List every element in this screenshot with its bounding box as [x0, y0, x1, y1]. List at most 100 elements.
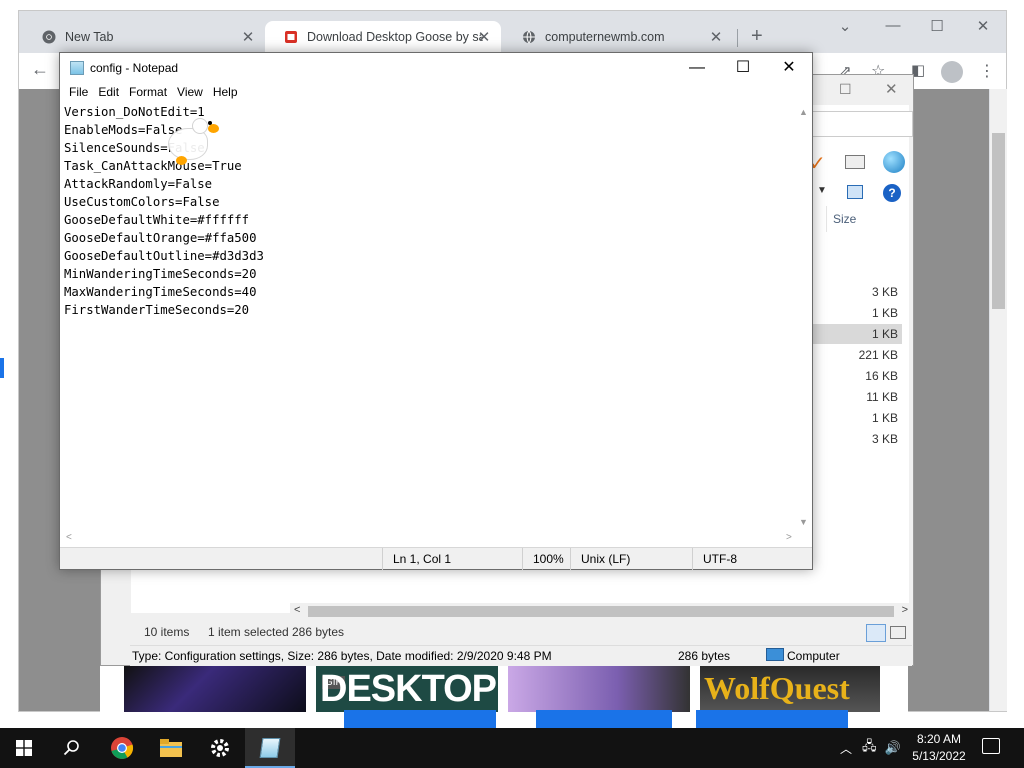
properties-icon[interactable]: [845, 155, 865, 169]
selection-size: 286 bytes: [292, 625, 345, 639]
blue-banner: [344, 710, 496, 728]
menu-format[interactable]: Format: [124, 83, 172, 103]
settings-gear-icon[interactable]: [196, 728, 244, 768]
tab-new-tab[interactable]: New Tab ✕: [23, 21, 265, 53]
notepad-window: config - Notepad — ☐ ✕ File Edit Format …: [59, 52, 813, 570]
new-tab-button[interactable]: +: [751, 25, 763, 48]
explorer-details-bar: Type: Configuration settings, Size: 286 …: [130, 645, 912, 666]
notepad-title-bar[interactable]: config - Notepad — ☐ ✕: [60, 53, 812, 83]
chrome-taskbar-icon[interactable]: [98, 728, 146, 768]
clock-date: 5/13/2022: [912, 749, 966, 763]
text-line: UseCustomColors=False: [64, 195, 220, 209]
menu-view[interactable]: View: [172, 83, 208, 103]
tab-title: computernewmb.com: [545, 30, 665, 44]
window-title: config - Notepad: [90, 61, 179, 75]
file-size-cell: 1 KB: [871, 306, 898, 320]
explorer-status-bar: 10 items 1 item selected 286 bytes: [130, 622, 912, 644]
taskbar-clock[interactable]: 8:20 AM 5/13/2022: [908, 731, 970, 765]
menu-edit[interactable]: Edit: [93, 83, 124, 103]
text-line: FirstWanderTimeSeconds=20: [64, 303, 250, 317]
text-line: Version_DoNotEdit=1: [64, 105, 205, 119]
text-line: GooseDefaultOutline=#d3d3d3: [64, 249, 264, 263]
file-explorer-icon[interactable]: [147, 728, 195, 768]
close-button[interactable]: ✕: [766, 56, 812, 80]
page-scroll-thumb[interactable]: [992, 133, 1005, 309]
encoding: UTF-8: [692, 548, 812, 570]
scroll-right-icon[interactable]: >: [902, 604, 908, 616]
goose-beak: [208, 124, 219, 133]
notepad-menu-bar: File Edit Format View Help: [60, 83, 812, 103]
background-page-strip: [0, 0, 18, 728]
text-editor-area[interactable]: Version_DoNotEdit=1 EnableMods=False Silen…: [62, 103, 796, 531]
size-column-header[interactable]: Size: [826, 206, 908, 232]
notepad-icon: [70, 61, 84, 75]
thumbnail-title: DESKTOP: [320, 668, 497, 710]
scroll-down-icon[interactable]: ▼: [799, 517, 808, 527]
text-line: GooseDefaultOrange=#ffa500: [64, 231, 257, 245]
text-line: Task_CanAttackMouse=True: [64, 159, 242, 173]
file-bytes: 286 bytes: [678, 649, 731, 663]
tab-computernewmb[interactable]: computernewmb.com ✕: [503, 21, 733, 53]
network-icon[interactable]: 🖧: [862, 737, 877, 759]
chevron-up-icon[interactable]: ︿: [840, 740, 852, 757]
anime-girl-thumbnail[interactable]: [508, 666, 690, 712]
explorer-scroll-thumb[interactable]: [308, 606, 894, 617]
tab-close-icon[interactable]: ✕: [707, 28, 725, 46]
file-size-cell: 1 KB: [871, 411, 898, 425]
scroll-right-icon[interactable]: >: [786, 532, 792, 543]
kebab-menu-icon[interactable]: ⋮: [979, 61, 995, 81]
line-ending: Unix (LF): [570, 548, 692, 570]
file-details-text: Type: Configuration settings, Size: 286 …: [132, 649, 552, 663]
vertical-scrollbar[interactable]: ▲ ▼: [796, 103, 812, 531]
details-view-icon[interactable]: [866, 624, 886, 642]
text-line: MaxWanderingTimeSeconds=40: [64, 285, 257, 299]
volume-icon[interactable]: 🔊: [885, 740, 901, 756]
back-arrow-icon[interactable]: ←: [31, 59, 49, 80]
file-size-cell: 3 KB: [871, 432, 898, 446]
help-icon[interactable]: ?: [883, 184, 901, 202]
scroll-left-icon[interactable]: <: [66, 532, 72, 543]
menu-file[interactable]: File: [64, 83, 93, 103]
horizontal-scrollbar[interactable]: < >: [62, 531, 812, 547]
file-size-cell-selected: 1 KB: [812, 324, 902, 344]
download-site-icon: [283, 29, 299, 45]
notepad-status-bar: Ln 1, Col 1 100% Unix (LF) UTF-8: [60, 547, 812, 570]
explorer-close-button[interactable]: ✕: [885, 80, 898, 98]
anime-thumbnail[interactable]: [124, 666, 306, 712]
tab-close-icon[interactable]: ✕: [239, 28, 257, 46]
close-button[interactable]: ✕: [963, 17, 1003, 35]
tab-download-desktop-goose[interactable]: Download Desktop Goose by sa ✕: [265, 21, 501, 53]
preview-pane-icon[interactable]: [847, 185, 863, 199]
scroll-left-icon[interactable]: <: [294, 604, 300, 616]
wolfquest-thumbnail[interactable]: WolfQuest: [700, 666, 880, 712]
maximize-button[interactable]: ☐: [720, 56, 766, 80]
notepad-taskbar-icon: [259, 738, 281, 758]
tab-title: New Tab: [65, 30, 114, 44]
search-icon[interactable]: [48, 728, 96, 768]
chevron-down-icon[interactable]: ⌄: [825, 17, 865, 35]
notification-icon[interactable]: [982, 738, 1000, 754]
minimize-button[interactable]: —: [873, 17, 913, 34]
tab-close-icon[interactable]: ✕: [475, 28, 493, 46]
goose-head[interactable]: [192, 118, 208, 134]
large-icons-view-icon[interactable]: [890, 626, 906, 639]
menu-help[interactable]: Help: [208, 83, 243, 103]
desktop-goose-thumbnail[interactable]: GIF DESKTOP: [316, 666, 498, 712]
dropdown-arrow-icon[interactable]: ▼: [817, 185, 827, 196]
explorer-search-box[interactable]: [811, 111, 913, 137]
tab-separator: [737, 29, 738, 47]
location-text: Computer: [787, 649, 840, 663]
goose-foot: [176, 156, 187, 165]
profile-avatar[interactable]: [941, 61, 963, 83]
scroll-up-icon[interactable]: ▲: [799, 107, 808, 117]
computer-icon: [766, 648, 784, 661]
maximize-button[interactable]: ☐: [917, 17, 957, 35]
cursor-position: Ln 1, Col 1: [382, 548, 522, 570]
explorer-maximize-button[interactable]: ☐: [839, 81, 852, 98]
clock-time: 8:20 AM: [916, 732, 962, 746]
globe-icon[interactable]: [883, 151, 905, 173]
image-thumbnails-row: GIF DESKTOP WolfQuest: [100, 666, 908, 712]
minimize-button[interactable]: —: [674, 56, 720, 80]
notepad-taskbar-button[interactable]: [245, 728, 295, 768]
windows-start-icon[interactable]: [0, 728, 48, 768]
